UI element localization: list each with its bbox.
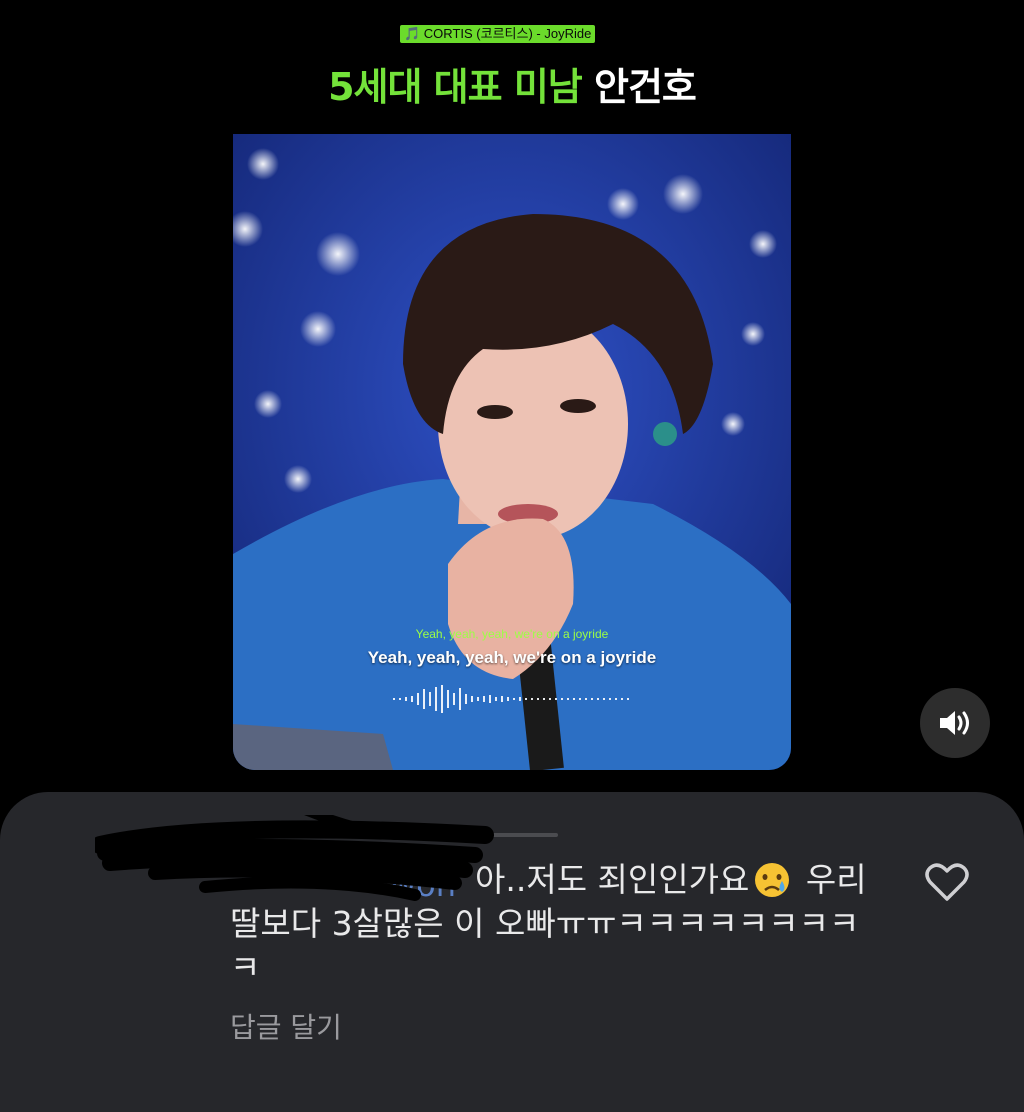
title-name: 안건호 [594, 65, 697, 109]
comment-text-part1: 아..저도 죄인인가요 [475, 860, 750, 899]
video-player[interactable]: Yeah, yeah, yeah, we're on a joyride Yea… [233, 134, 791, 770]
lyric-current: Yeah, yeah, yeah, we're on a joyride [367, 648, 657, 667]
volume-button[interactable] [920, 688, 990, 758]
song-tag: 🎵 CORTIS (코르티스) - JoyRide [400, 25, 596, 43]
audio-waveform [393, 685, 629, 713]
reply-button[interactable]: 답글 달기 [230, 1006, 342, 1046]
crying-face-icon [755, 863, 790, 897]
page-title: 5세대 대표 미남 안건호 [0, 56, 1024, 111]
title-highlight: 5세대 대표 미남 [328, 65, 583, 109]
lyric-preview: Yeah, yeah, yeah, we're on a joyride [415, 627, 609, 641]
video-frame [233, 134, 791, 770]
speaker-volume-icon [940, 711, 969, 735]
heart-icon[interactable] [924, 860, 970, 904]
comment-text: 아..저도 죄인인가요 우리딸보다 3살많은 이 오빠ㅠㅠㅋㅋㅋㅋㅋㅋㅋㅋㅋ [230, 858, 880, 990]
